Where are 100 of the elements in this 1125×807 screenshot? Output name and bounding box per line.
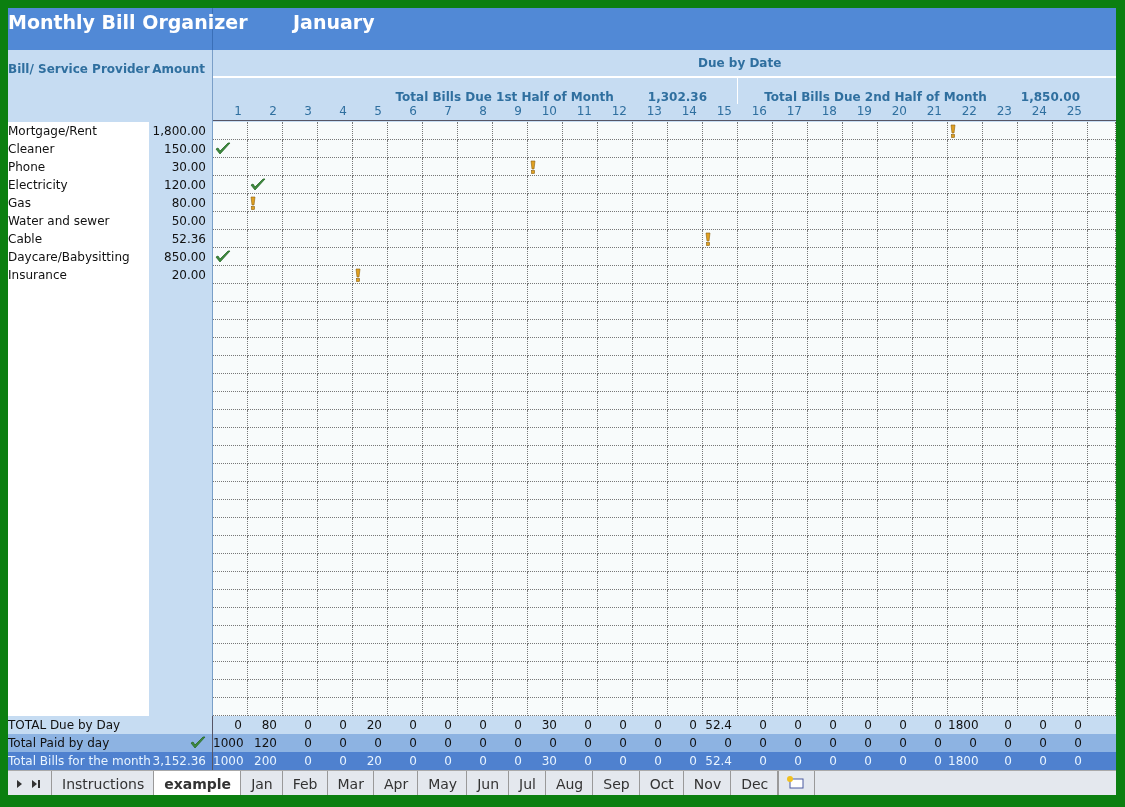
bill-name: Insurance [8,267,68,284]
total-value: 0 [688,753,698,770]
bill-amount: 50.00 [149,212,213,230]
total-value: 0 [618,717,628,734]
total-value: 0 [373,735,383,752]
total-value: 0 [828,735,838,752]
column-header: Due by Date [698,56,782,70]
bill-name: Water and sewer [8,213,111,230]
day-number: 4 [338,104,348,120]
total-value: 0 [793,753,803,770]
day-number: 18 [820,104,838,120]
day-number: 7 [443,104,453,120]
total-value: 0 [513,753,523,770]
total-value: 0 [583,753,593,770]
total-value: 0 [758,717,768,734]
bill-amount: 1,800.00 [149,122,213,140]
total-value: 0 [618,753,628,770]
day-number: 11 [575,104,593,120]
day-number: 14 [680,104,698,120]
total-value: 0 [653,717,663,734]
total-value: 1800 [948,717,980,734]
day-number: 25 [1065,104,1083,120]
total-value: 0 [1038,717,1048,734]
total-value: 0 [758,735,768,752]
total-value: 0 [338,753,348,770]
total-value: 0 [688,735,698,752]
total-value: 0 [968,735,978,752]
total-value: 120 [253,735,278,752]
total-value: 0 [233,717,243,734]
day-number: 20 [890,104,908,120]
total-value: 0 [338,735,348,752]
half-total-value: 1,302.36 [647,90,707,104]
total-value: 0 [898,735,908,752]
day-number: 15 [715,104,733,120]
bill-name: Cable [8,231,44,248]
sheet-tab[interactable]: Dec [730,771,780,795]
day-number: 8 [478,104,488,120]
total-label: Total Bills for the month [8,753,149,770]
total-value: 0 [408,717,418,734]
total-value: 52.4 [704,753,733,770]
total-value: 1800 [948,753,980,770]
day-number: 23 [995,104,1013,120]
total-value: 0 [1038,753,1048,770]
total-value: 0 [933,753,943,770]
total-value: 0 [653,735,663,752]
total-value: 0 [863,717,873,734]
bill-amount: 20.00 [149,266,213,284]
total-value: 30 [540,717,558,734]
total-value: 0 [478,717,488,734]
total-value: 0 [548,735,558,752]
day-number: 16 [750,104,768,120]
day-number: 24 [1030,104,1048,120]
total-value: 0 [513,735,523,752]
day-number: 3 [303,104,313,120]
total-value: 52.4 [704,717,733,734]
total-value: 0 [933,717,943,734]
total-value: 0 [653,753,663,770]
sheet-tab[interactable]: example [153,771,243,795]
total-value: 0 [793,717,803,734]
day-number: 10 [540,104,558,120]
total-value: 0 [1038,735,1048,752]
total-value: 30 [540,753,558,770]
last-sheet-icon[interactable] [31,778,41,789]
total-value: 0 [898,717,908,734]
day-number: 9 [513,104,523,120]
total-value: 0 [303,717,313,734]
half-total-value: 1,850.00 [1020,90,1080,104]
bill-name: Cleaner [8,141,56,158]
total-value: 0 [408,735,418,752]
total-value: 0 [478,753,488,770]
half-total-label: Total Bills Due 1st Half of Month [395,90,614,104]
total-value: 0 [688,717,698,734]
insert-sheet-icon[interactable] [777,771,816,795]
half-total-label: Total Bills Due 2nd Half of Month [764,90,987,104]
total-value: 0 [863,753,873,770]
total-value: 1000 [213,753,245,770]
bill-name: Daycare/Babysitting [8,249,131,266]
column-header: Bill/ Service Provider [8,62,150,76]
month-title: January [293,11,375,33]
total-value: 0 [758,753,768,770]
day-number: 6 [408,104,418,120]
column-header: Amount [152,62,205,76]
total-value: 0 [1073,753,1083,770]
total-value: 0 [1003,753,1013,770]
total-value: 0 [1003,735,1013,752]
total-value: 0 [828,753,838,770]
total-value: 0 [513,717,523,734]
bill-name: Mortgage/Rent [8,123,98,140]
day-number: 5 [373,104,383,120]
total-value: 0 [863,735,873,752]
total-value: 0 [338,717,348,734]
next-sheet-icon[interactable] [16,778,23,789]
total-value: 0 [1073,735,1083,752]
bill-amount: 850.00 [149,248,213,266]
total-value: 0 [1073,717,1083,734]
total-value: 0 [583,735,593,752]
total-value: 0 [303,753,313,770]
total-value: 0 [1003,717,1013,734]
bill-amount: 30.00 [149,158,213,176]
day-number: 17 [785,104,803,120]
